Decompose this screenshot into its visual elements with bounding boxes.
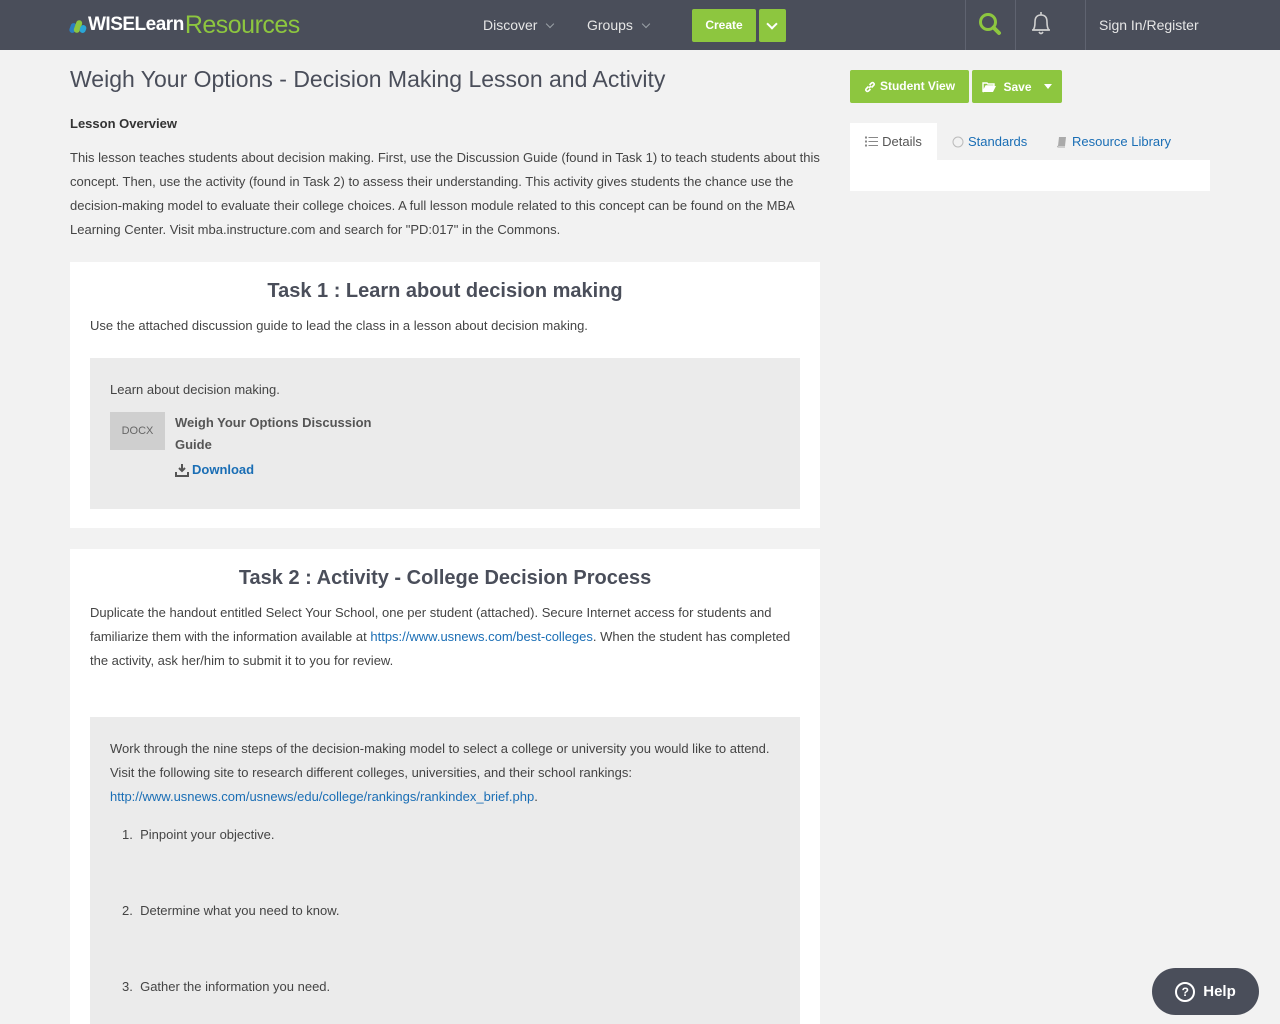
task-1-attachment-box: Learn about decision making. DOCX Weigh … [90, 358, 800, 509]
logo-mark-icon [68, 17, 88, 34]
student-view-button[interactable]: Student View [850, 70, 969, 103]
download-link[interactable]: Download [175, 462, 254, 477]
book-icon [1057, 136, 1066, 147]
step-item: 1. Pinpoint your objective. [122, 827, 275, 842]
lesson-overview-heading: Lesson Overview [70, 116, 177, 131]
step-text: Gather the information you need. [140, 979, 331, 994]
chevron-down-icon [546, 19, 555, 29]
usnews-best-colleges-link[interactable]: https://www.usnews.com/best-colleges [370, 629, 593, 644]
task-2-card: Task 2 : Activity - College Decision Pro… [70, 549, 820, 1024]
link-icon [864, 81, 875, 92]
help-button[interactable]: ? Help [1152, 968, 1259, 1015]
step-text: Pinpoint your objective. [140, 827, 275, 842]
lesson-overview-text: This lesson teaches students about decis… [70, 150, 820, 237]
task-2-box-intro-text: Work through the nine steps of the decis… [110, 741, 770, 780]
file-type-badge: DOCX [110, 412, 165, 450]
logo-resources-text: Resources [184, 10, 301, 39]
circle-icon [952, 136, 964, 147]
task-2-description: Duplicate the handout entitled Select Yo… [90, 601, 800, 673]
save-label: Save [1003, 79, 1032, 94]
caret-down-icon [1043, 84, 1052, 89]
task-2-title: Task 2 : Activity - College Decision Pro… [238, 567, 652, 589]
save-button[interactable]: Save [972, 70, 1062, 103]
step-item: 2. Determine what you need to know. [122, 903, 340, 918]
attachment-file-name[interactable]: Weigh Your Options Discussion Guide [175, 412, 375, 456]
nav-groups-label: Groups [587, 17, 633, 33]
task-1-card: Task 1 : Learn about decision making Use… [70, 262, 820, 528]
nav-divider [1085, 0, 1086, 50]
task-1-box-text: Learn about decision making. [110, 382, 280, 397]
download-label: Download [192, 462, 255, 477]
search-icon [979, 13, 1001, 35]
chevron-down-icon [641, 19, 651, 29]
nav-discover[interactable]: Discover [483, 0, 555, 50]
step-text: Determine what you need to know. [140, 903, 340, 918]
top-navigation-bar: WISELearn Resources Discover Groups Crea… [0, 0, 1280, 50]
step-item: 3. Gather the information you need. [122, 979, 330, 994]
question-circle-icon: ? [1175, 981, 1196, 1002]
create-dropdown-toggle[interactable] [759, 9, 786, 42]
help-label: Help [1203, 983, 1236, 1000]
step-number: 3. [122, 979, 133, 994]
download-icon [175, 463, 189, 477]
step-number: 1. [122, 827, 133, 842]
page-title: Weigh Your Options - Decision Making Les… [70, 66, 666, 92]
create-button[interactable]: Create [692, 9, 756, 42]
tab-details-label: Details [882, 134, 922, 149]
tab-standards[interactable]: Standards [952, 123, 1027, 160]
search-button[interactable] [966, 0, 1016, 50]
task-1-description: Use the attached discussion guide to lea… [90, 318, 588, 333]
chevron-down-icon [766, 18, 778, 30]
logo-wise-text: WISELearn [88, 14, 184, 35]
task-1-title: Task 1 : Learn about decision making [267, 280, 623, 302]
sign-in-register-link[interactable]: Sign In/Register [1099, 0, 1199, 50]
step-number: 2. [122, 903, 133, 918]
task-2-box-link-suffix: . [534, 789, 538, 804]
tab-details[interactable]: Details [850, 123, 937, 160]
wiselearn-logo[interactable]: WISELearn Resources [68, 10, 301, 39]
task-2-instructions-box: Work through the nine steps of the decis… [90, 717, 800, 1024]
tab-resource-library[interactable]: Resource Library [1056, 123, 1171, 160]
tab-content-panel [850, 160, 1210, 191]
notifications-button[interactable] [1016, 0, 1066, 50]
student-view-label: Student View [879, 79, 956, 93]
nav-groups[interactable]: Groups [587, 0, 651, 50]
usnews-rankings-link[interactable]: http://www.usnews.com/usnews/edu/college… [110, 789, 534, 804]
nav-discover-label: Discover [483, 17, 538, 33]
task-2-box-intro: Work through the nine steps of the decis… [110, 737, 790, 809]
bell-icon [1032, 12, 1050, 35]
list-icon [865, 136, 879, 147]
tab-resource-library-label: Resource Library [1072, 134, 1171, 149]
tab-standards-label: Standards [968, 134, 1028, 149]
folder-open-icon [982, 81, 997, 92]
